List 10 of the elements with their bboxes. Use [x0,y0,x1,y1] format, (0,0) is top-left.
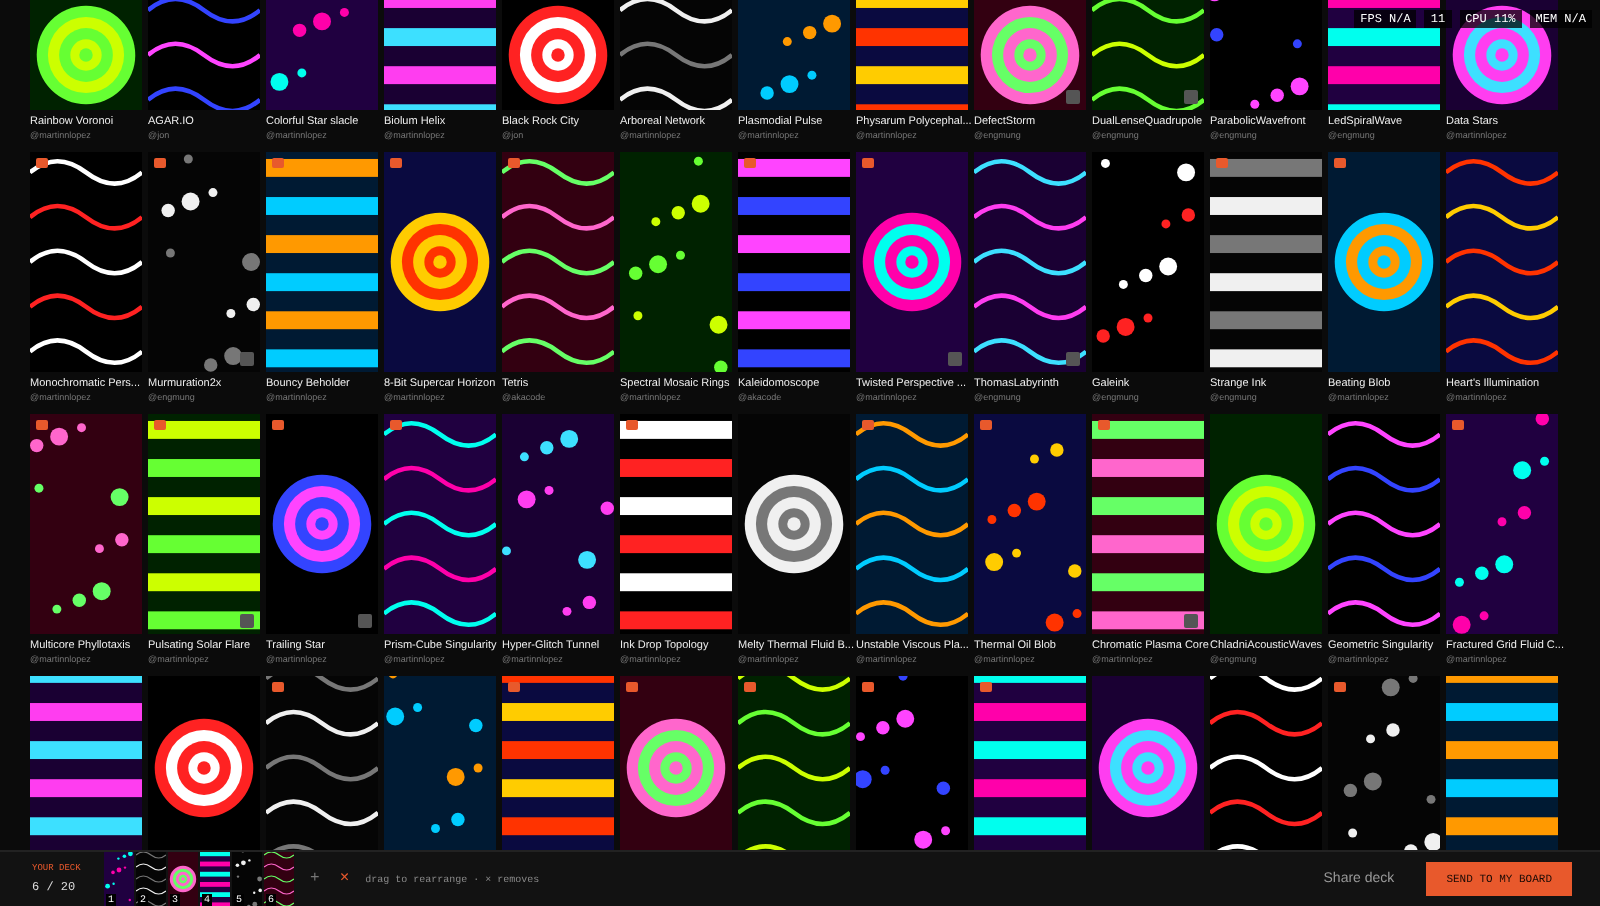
corner-button[interactable] [1066,352,1080,366]
corner-button[interactable] [1066,90,1080,104]
corner-button[interactable] [240,614,254,628]
add-button[interactable]: + [306,870,324,888]
corner-button[interactable] [948,352,962,366]
corner-button[interactable] [1184,614,1198,628]
clear-button[interactable]: × [335,870,354,888]
corner-button[interactable] [1184,90,1198,104]
corner-button[interactable] [358,614,372,628]
corner-button[interactable] [240,352,254,366]
